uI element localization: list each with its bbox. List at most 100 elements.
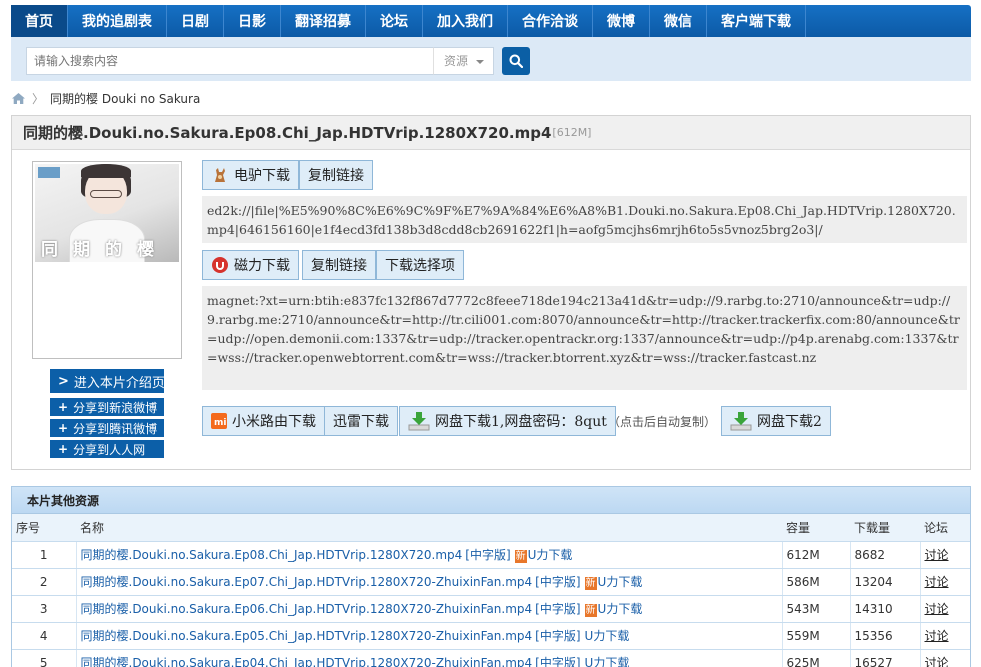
file-title: 同期的樱.Douki.no.Sakura.Ep08.Chi_Jap.HDTVri… bbox=[23, 124, 552, 142]
search-type-value: 资源 bbox=[444, 54, 469, 68]
row-name-cell: 同期的樱.Douki.no.Sakura.Ep07.Chi_Jap.HDTVri… bbox=[75, 568, 782, 596]
xiaomi-router-download-button[interactable]: mi 小米路由下载 bbox=[202, 406, 325, 436]
nav-item-wechat[interactable]: 微信 bbox=[650, 5, 707, 37]
nav-item-forum[interactable]: 论坛 bbox=[366, 5, 423, 37]
version-tag: [中字版] bbox=[535, 629, 581, 643]
share-renren-label: 分享到人人网 bbox=[73, 442, 146, 457]
discuss-link[interactable]: 讨论 bbox=[925, 548, 949, 562]
other-resources-panel: 本片其他资源 序号 名称 容量 下载量 论坛 1 同期的樱.Douki.no.S… bbox=[11, 486, 971, 667]
uli-download-link[interactable]: U力下载 bbox=[598, 602, 643, 616]
new-badge: 新 bbox=[584, 604, 597, 617]
table-row: 4 同期的樱.Douki.no.Sakura.Ep05.Chi_Jap.HDTV… bbox=[12, 622, 970, 650]
row-num: 2 bbox=[12, 568, 76, 596]
discuss-link[interactable]: 讨论 bbox=[925, 575, 949, 589]
pan-download-2-button[interactable]: 网盘下载2 bbox=[721, 406, 831, 436]
poster-image[interactable]: 同期的樱 bbox=[35, 164, 179, 262]
resource-link[interactable]: 同期的樱.Douki.no.Sakura.Ep06.Chi_Jap.HDTVri… bbox=[81, 602, 533, 616]
uli-download-link[interactable]: U力下载 bbox=[598, 575, 643, 589]
nav-item-home[interactable]: 首页 bbox=[11, 5, 68, 37]
ed2k-copy-label: 复制链接 bbox=[308, 168, 364, 184]
discuss-link[interactable]: 讨论 bbox=[925, 656, 949, 667]
search-type-select[interactable]: 资源 bbox=[433, 47, 494, 75]
row-downloads: 16527 bbox=[849, 649, 920, 667]
share-tencent-button[interactable]: + 分享到腾讯微博 bbox=[50, 419, 164, 437]
magnet-icon bbox=[211, 256, 229, 274]
poster-figure-glasses bbox=[90, 190, 122, 198]
cloud-download-icon bbox=[408, 411, 430, 431]
ed2k-download-button[interactable]: 电驴下载 bbox=[202, 160, 299, 190]
nav-item-weibo[interactable]: 微博 bbox=[593, 5, 650, 37]
plus-icon: + bbox=[58, 400, 69, 414]
nav-item-jdrama[interactable]: 日剧 bbox=[167, 5, 224, 37]
resource-link[interactable]: 同期的樱.Douki.no.Sakura.Ep07.Chi_Jap.HDTVri… bbox=[81, 575, 533, 589]
magnet-download-button[interactable]: 磁力下载 bbox=[202, 250, 299, 280]
row-size: 612M bbox=[781, 541, 850, 569]
col-header-num: 序号 bbox=[12, 514, 76, 542]
nav-item-jmovie[interactable]: 日影 bbox=[224, 5, 281, 37]
uli-download-link[interactable]: U力下载 bbox=[585, 656, 630, 667]
search-input[interactable] bbox=[26, 47, 434, 75]
ed2k-download-label: 电驴下载 bbox=[234, 168, 290, 184]
share-renren-button[interactable]: + 分享到人人网 bbox=[50, 440, 164, 458]
table-header-row: 序号 名称 容量 下载量 论坛 bbox=[12, 514, 970, 542]
plus-icon: + bbox=[58, 442, 69, 456]
pan-download-2-label: 网盘下载2 bbox=[757, 414, 822, 430]
resource-link[interactable]: 同期的樱.Douki.no.Sakura.Ep08.Chi_Jap.HDTVri… bbox=[81, 548, 463, 562]
resource-link[interactable]: 同期的樱.Douki.no.Sakura.Ep04.Chi_Jap.HDTVri… bbox=[81, 656, 533, 667]
download-options-button[interactable]: 下载选择项 bbox=[376, 250, 464, 280]
search-button[interactable] bbox=[502, 47, 530, 75]
nav-item-join[interactable]: 加入我们 bbox=[423, 5, 508, 37]
share-weibo-button[interactable]: + 分享到新浪微博 bbox=[50, 398, 164, 416]
svg-text:mi: mi bbox=[214, 418, 226, 428]
poster-frame: 同期的樱 bbox=[32, 161, 182, 359]
table-row: 5 同期的樱.Douki.no.Sakura.Ep04.Chi_Jap.HDTV… bbox=[12, 649, 970, 667]
poster-title-text: 同期的樱 bbox=[41, 240, 169, 260]
row-size: 625M bbox=[781, 649, 850, 667]
table-row: 3 同期的樱.Douki.no.Sakura.Ep06.Chi_Jap.HDTV… bbox=[12, 595, 970, 623]
row-size: 559M bbox=[781, 622, 850, 650]
chevron-right-icon: > bbox=[58, 373, 69, 389]
file-detail-panel: 同期的樱.Douki.no.Sakura.Ep08.Chi_Jap.HDTVri… bbox=[11, 115, 971, 470]
intro-page-button[interactable]: > 进入本片介绍页 bbox=[50, 369, 165, 393]
col-header-forum: 论坛 bbox=[920, 514, 970, 542]
breadcrumb-current[interactable]: 同期的樱 Douki no Sakura bbox=[50, 90, 200, 107]
nav-item-cooperation[interactable]: 合作洽谈 bbox=[508, 5, 593, 37]
pan-download-1-label: 网盘下载1,网盘密码：8qut bbox=[435, 414, 607, 430]
ed2k-link-text[interactable]: ed2k://|file|%E5%90%8C%E6%9C%9F%E7%9A%84… bbox=[202, 196, 967, 243]
new-badge: 新 bbox=[514, 550, 527, 563]
donkey-icon bbox=[211, 166, 229, 184]
share-weibo-label: 分享到新浪微博 bbox=[73, 400, 158, 415]
row-num: 4 bbox=[12, 622, 76, 650]
resource-link[interactable]: 同期的樱.Douki.no.Sakura.Ep05.Chi_Jap.HDTVri… bbox=[81, 629, 533, 643]
row-downloads: 14310 bbox=[849, 595, 920, 623]
nav-item-client-download[interactable]: 客户端下载 bbox=[707, 5, 806, 37]
pan-download-1-button[interactable]: 网盘下载1,网盘密码：8qut bbox=[399, 406, 616, 436]
channel-logo bbox=[38, 167, 60, 178]
row-name-cell: 同期的樱.Douki.no.Sakura.Ep06.Chi_Jap.HDTVri… bbox=[75, 595, 782, 623]
row-size: 586M bbox=[781, 568, 850, 596]
xunlei-download-button[interactable]: 迅雷下载 bbox=[324, 406, 398, 436]
row-downloads: 8682 bbox=[849, 541, 920, 569]
uli-download-link[interactable]: U力下载 bbox=[585, 629, 630, 643]
resources-table: 序号 名称 容量 下载量 论坛 1 同期的樱.Douki.no.Sakura.E… bbox=[12, 514, 970, 667]
row-downloads: 15356 bbox=[849, 622, 920, 650]
download-options-label: 下载选择项 bbox=[385, 258, 455, 274]
main-nav: 首页 我的追剧表 日剧 日影 翻译招募 论坛 加入我们 合作洽谈 微博 微信 客… bbox=[11, 5, 971, 37]
new-badge: 新 bbox=[584, 577, 597, 590]
magnet-copy-button[interactable]: 复制链接 bbox=[302, 250, 376, 280]
table-row: 2 同期的樱.Douki.no.Sakura.Ep07.Chi_Jap.HDTV… bbox=[12, 568, 970, 596]
ed2k-copy-button[interactable]: 复制链接 bbox=[299, 160, 373, 190]
nav-item-my-shows[interactable]: 我的追剧表 bbox=[68, 5, 167, 37]
row-num: 1 bbox=[12, 541, 76, 569]
home-icon[interactable] bbox=[11, 92, 26, 105]
magnet-copy-label: 复制链接 bbox=[311, 258, 367, 274]
nav-item-recruit[interactable]: 翻译招募 bbox=[281, 5, 366, 37]
discuss-link[interactable]: 讨论 bbox=[925, 602, 949, 616]
discuss-link[interactable]: 讨论 bbox=[925, 629, 949, 643]
col-header-name: 名称 bbox=[76, 514, 782, 542]
version-tag: [中字版] bbox=[465, 548, 511, 562]
magnet-link-text[interactable]: magnet:?xt=urn:btih:e837fc132f867d7772c8… bbox=[202, 286, 967, 390]
xunlei-download-label: 迅雷下载 bbox=[333, 414, 389, 430]
uli-download-link[interactable]: U力下载 bbox=[528, 548, 573, 562]
chevron-down-icon bbox=[476, 60, 484, 64]
